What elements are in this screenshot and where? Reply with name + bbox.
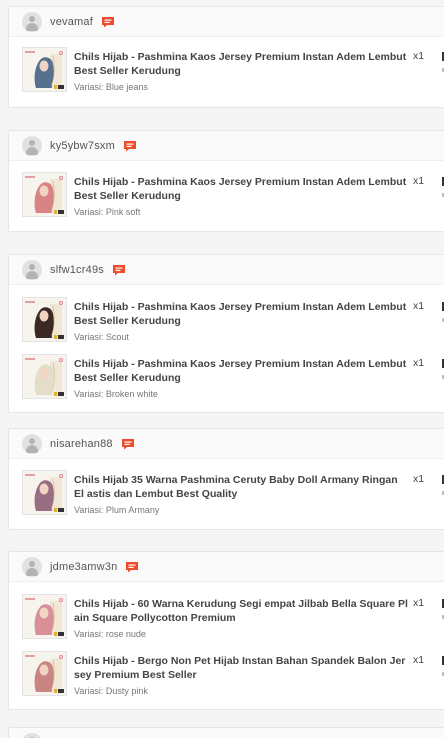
order-item-row[interactable]: Chils Hijab - Pashmina Kaos Jersey Premi…: [9, 297, 444, 354]
product-title[interactable]: Chils Hijab 35 Warna Pashmina Ceruty Bab…: [74, 473, 409, 501]
product-title[interactable]: Chils Hijab - Pashmina Kaos Jersey Premi…: [74, 357, 409, 385]
product-quantity: x1: [413, 175, 425, 187]
product-title[interactable]: Chils Hijab - Pashmina Kaos Jersey Premi…: [74, 175, 409, 203]
chat-bubble-icon[interactable]: [101, 16, 115, 28]
buyer-username[interactable]: slfw1cr49s: [50, 264, 104, 276]
user-avatar-icon[interactable]: [22, 11, 42, 32]
product-title[interactable]: Chils Hijab - 60 Warna Kerudung Segi emp…: [74, 597, 409, 625]
order-item-row[interactable]: Chils Hijab - Pashmina Kaos Jersey Premi…: [9, 47, 444, 104]
chat-bubble-icon[interactable]: [123, 140, 137, 152]
user-avatar-icon[interactable]: [22, 259, 42, 280]
product-variant: Variasi: Plum Armany: [74, 505, 160, 515]
order-card: vevamaf Chils Hijab - Pashmina Kaos Jerse…: [8, 6, 444, 108]
order-item-row[interactable]: Chils Hijab - Pashmina Kaos Jersey Premi…: [9, 354, 444, 411]
product-quantity: x1: [413, 597, 425, 609]
product-quantity: x1: [413, 300, 425, 312]
product-quantity: x1: [413, 654, 425, 666]
product-title[interactable]: Chils Hijab - Pashmina Kaos Jersey Premi…: [74, 300, 409, 328]
order-header: vevamaf: [9, 7, 444, 37]
product-thumbnail[interactable]: [22, 172, 67, 217]
product-thumbnail[interactable]: [22, 354, 67, 399]
product-variant: Variasi: Scout: [74, 332, 129, 342]
buyer-username[interactable]: jdme3amw3n: [50, 561, 117, 573]
chat-bubble-icon[interactable]: [112, 264, 126, 276]
product-variant: Variasi: rose nude: [74, 629, 146, 639]
order-header: nisarehan88: [9, 429, 444, 459]
order-header: ky5ybw7sxm: [9, 131, 444, 161]
product-thumbnail[interactable]: [22, 470, 67, 515]
product-variant: Variasi: Dusty pink: [74, 686, 148, 696]
product-quantity: x1: [413, 357, 425, 369]
product-title[interactable]: Chils Hijab - Pashmina Kaos Jersey Premi…: [74, 50, 409, 78]
product-variant: Variasi: Broken white: [74, 389, 158, 399]
order-item-row[interactable]: Chils Hijab - Pashmina Kaos Jersey Premi…: [9, 172, 444, 229]
user-avatar-icon[interactable]: [22, 135, 42, 156]
product-variant: Variasi: Blue jeans: [74, 82, 148, 92]
buyer-username[interactable]: ky5ybw7sxm: [50, 140, 115, 152]
product-quantity: x1: [413, 50, 425, 62]
order-item-row[interactable]: Chils Hijab 35 Warna Pashmina Ceruty Bab…: [9, 470, 444, 527]
chat-bubble-icon[interactable]: [125, 561, 139, 573]
product-variant: Variasi: Pink soft: [74, 207, 141, 217]
order-card: [8, 727, 444, 738]
order-item-row[interactable]: Chils Hijab - Bergo Non Pet Hijab Instan…: [9, 651, 444, 708]
order-card: nisarehan88 Chils Hijab 35 Warna Pashmina…: [8, 428, 444, 530]
order-header: [9, 728, 444, 738]
buyer-username[interactable]: vevamaf: [50, 16, 93, 28]
order-card: jdme3amw3n Chils Hijab - 60 Warna Kerudun…: [8, 551, 444, 710]
product-thumbnail[interactable]: [22, 651, 67, 696]
product-thumbnail[interactable]: [22, 297, 67, 342]
order-card: slfw1cr49s Chils Hijab - Pashmina Kaos Je…: [8, 254, 444, 413]
product-thumbnail[interactable]: [22, 47, 67, 92]
product-title[interactable]: Chils Hijab - Bergo Non Pet Hijab Instan…: [74, 654, 409, 682]
order-card: ky5ybw7sxm Chils Hijab - Pashmina Kaos Je…: [8, 130, 444, 232]
buyer-username[interactable]: nisarehan88: [50, 438, 113, 450]
order-item-row[interactable]: Chils Hijab - 60 Warna Kerudung Segi emp…: [9, 594, 444, 651]
user-avatar-icon[interactable]: [22, 732, 42, 738]
order-header: jdme3amw3n: [9, 552, 444, 582]
user-avatar-icon[interactable]: [22, 556, 42, 577]
chat-bubble-icon[interactable]: [121, 438, 135, 450]
product-quantity: x1: [413, 473, 425, 485]
order-header: slfw1cr49s: [9, 255, 444, 285]
product-thumbnail[interactable]: [22, 594, 67, 639]
user-avatar-icon[interactable]: [22, 433, 42, 454]
